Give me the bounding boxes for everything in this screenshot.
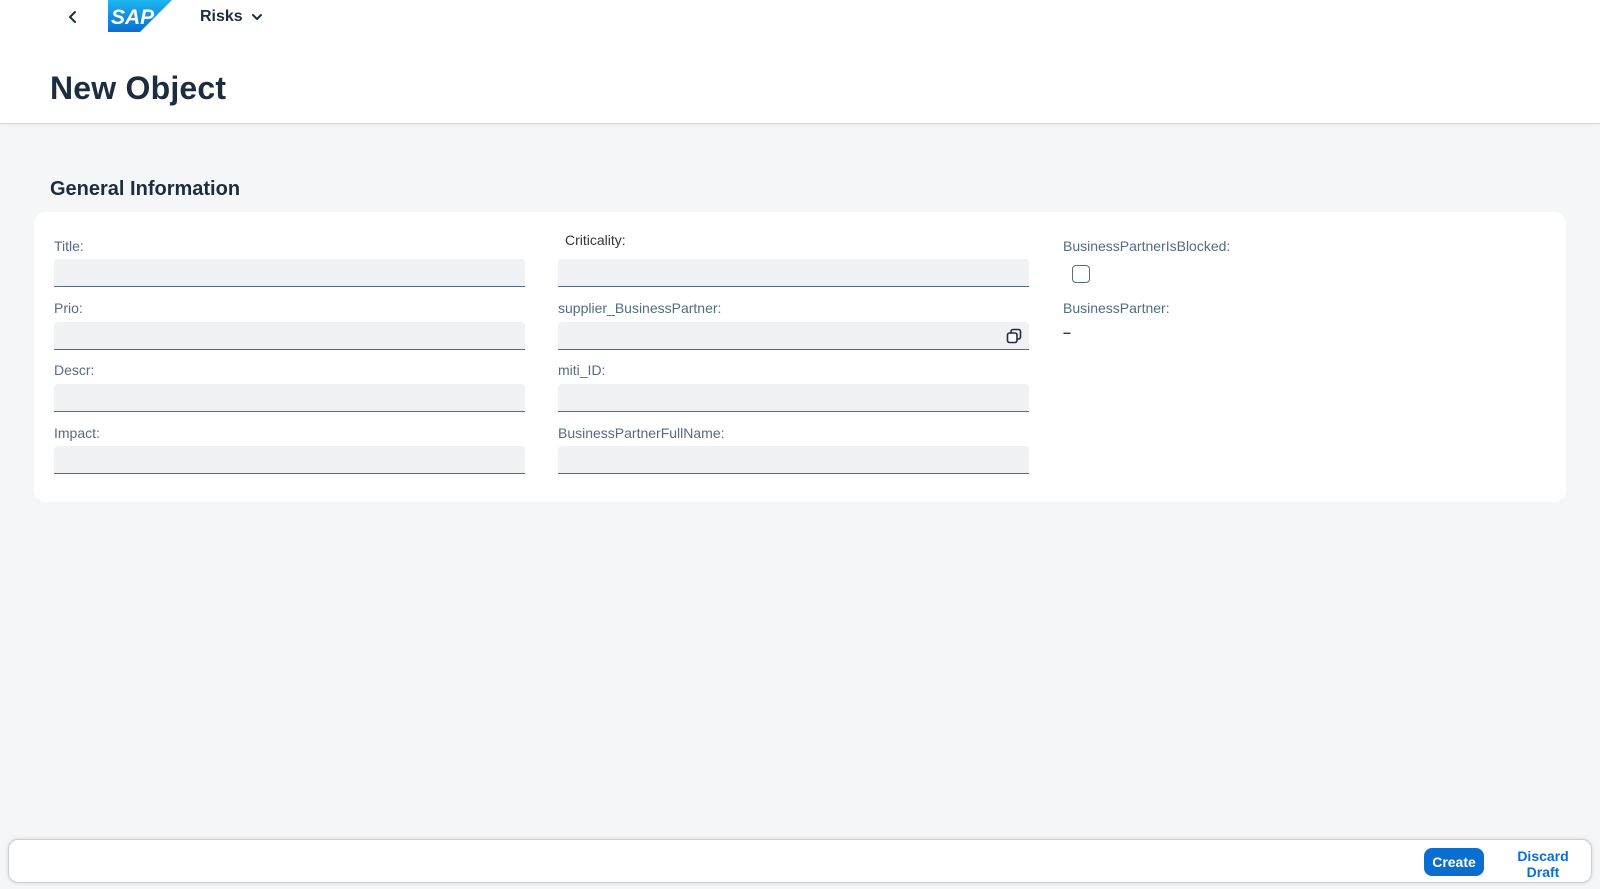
supplier-businesspartner-label: supplier_BusinessPartner: [558, 300, 722, 316]
businesspartner-fullname-input[interactable] [558, 446, 1029, 474]
create-button[interactable]: Create [1424, 848, 1484, 876]
impact-input[interactable] [54, 446, 525, 474]
prio-label: Prio: [54, 300, 83, 316]
back-button[interactable] [62, 6, 84, 28]
chevron-left-icon [69, 11, 76, 23]
businesspartner-fullname-label: BusinessPartnerFullName: [558, 425, 725, 441]
title-input[interactable] [54, 259, 525, 287]
value-help-glyph [1006, 328, 1022, 344]
supplier-businesspartner-input[interactable] [558, 322, 1029, 350]
criticality-label: Criticality: [565, 232, 626, 248]
criticality-input[interactable] [558, 259, 1029, 287]
businesspartner-label: BusinessPartner: [1063, 300, 1170, 316]
sap-logo: SAP [108, 0, 172, 32]
descr-label: Descr: [54, 362, 95, 378]
value-help-icon[interactable] [1004, 326, 1024, 346]
general-information-form: Title: Prio: Descr: Impact: Criticality:… [34, 212, 1566, 502]
miti-id-input[interactable] [558, 384, 1029, 412]
app-title-menu[interactable]: Risks [200, 6, 263, 28]
footer-toolbar: Create Discard Draft [8, 839, 1592, 883]
title-label: Title: [54, 238, 84, 254]
businesspartner-isblocked-label: BusinessPartnerIsBlocked: [1063, 238, 1231, 254]
businesspartner-isblocked-checkbox[interactable] [1072, 265, 1090, 283]
descr-input[interactable] [54, 384, 525, 412]
chevron-down-icon [251, 14, 262, 20]
miti-id-label: miti_ID: [558, 362, 606, 378]
prio-input[interactable] [54, 322, 525, 350]
discard-draft-button[interactable]: Discard Draft [1495, 848, 1591, 880]
app-title: Risks [200, 8, 243, 25]
impact-label: Impact: [54, 425, 100, 441]
svg-text:SAP: SAP [111, 6, 155, 29]
section-title: General Information [50, 178, 241, 200]
page-header: SAP Risks New Object [0, 0, 1600, 124]
businesspartner-value: – [1063, 324, 1071, 340]
page-title: New Object [50, 70, 227, 106]
